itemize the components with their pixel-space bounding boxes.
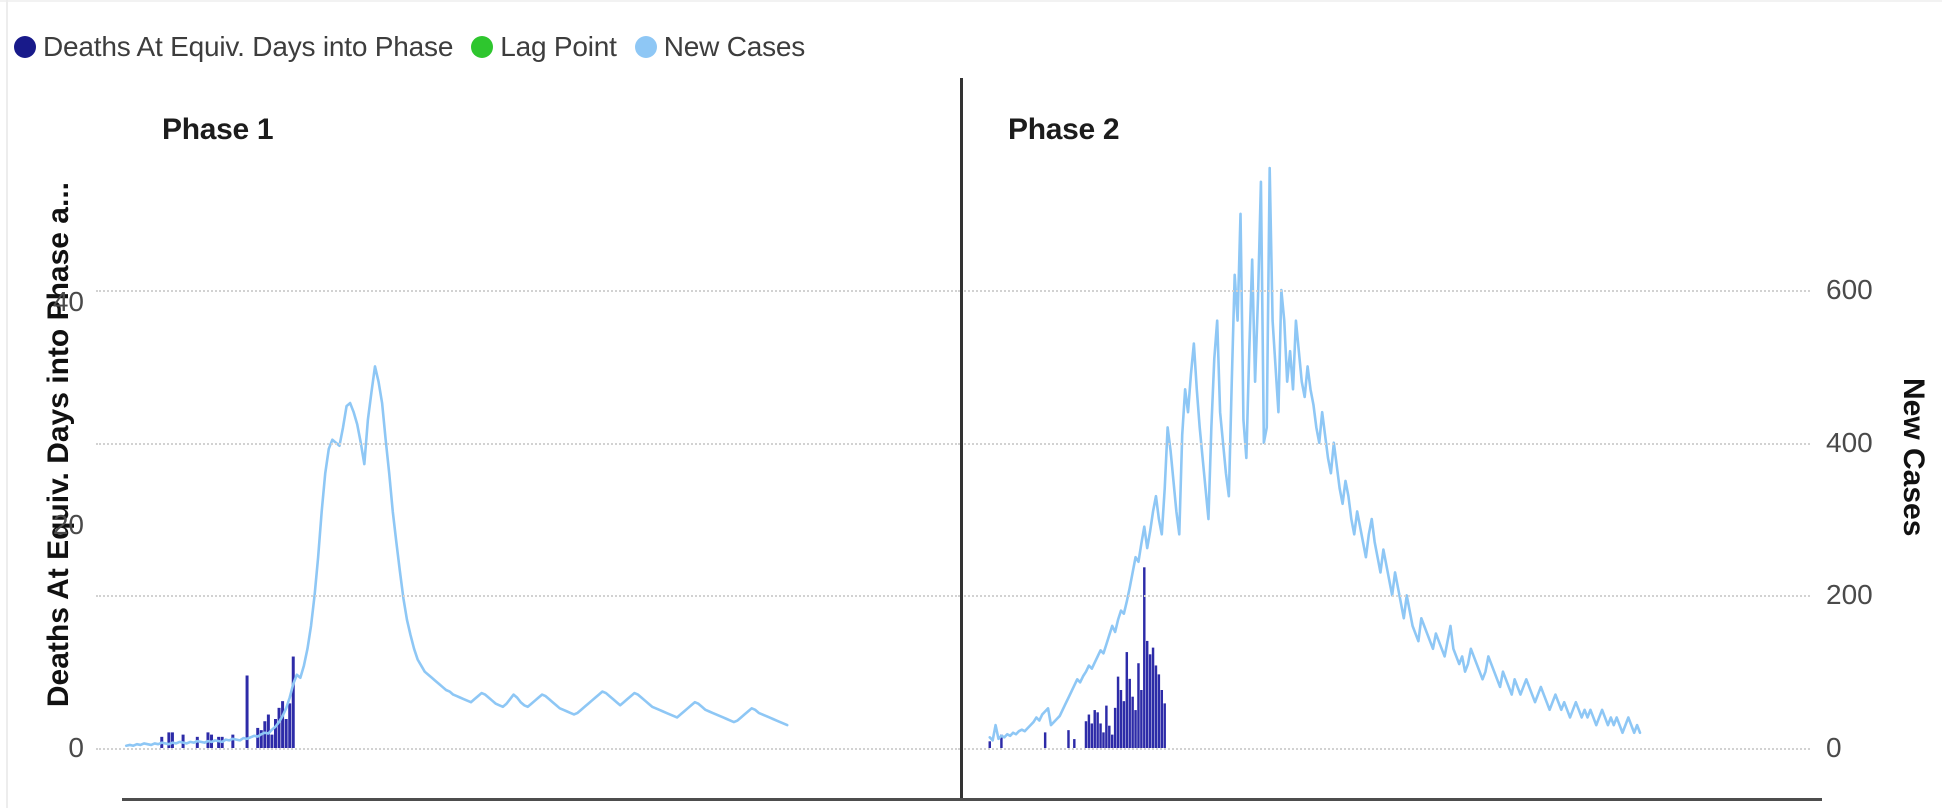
deaths-bar <box>1099 723 1102 748</box>
deaths-bar <box>291 656 295 748</box>
deaths-bar <box>1122 701 1126 748</box>
deaths-bar <box>1131 696 1134 748</box>
legend-item-deaths[interactable]: Deaths At Equiv. Days into Phase <box>14 31 453 63</box>
deaths-bar-group <box>160 656 295 748</box>
legend-item-label: Lag Point <box>500 31 617 62</box>
legend-dot-icon <box>634 36 657 58</box>
panel-phase-2: Phase 2 <box>960 78 1810 808</box>
panel-phase-1: Phase 1 <box>96 78 960 808</box>
gridline <box>96 442 960 445</box>
deaths-bar <box>1154 665 1158 748</box>
deaths-bar <box>1125 652 1129 748</box>
gridline <box>96 290 960 293</box>
deaths-bar <box>1134 710 1137 748</box>
deaths-bar <box>1151 647 1155 748</box>
deaths-bar <box>270 734 274 748</box>
panel-2-inner <box>960 166 1810 750</box>
new-cases-line <box>988 166 1642 742</box>
legend-item-label: New Cases <box>663 31 806 62</box>
legend-item-label: Deaths At Equiv. Days into Phase <box>43 31 454 62</box>
gridline <box>960 290 1810 293</box>
deaths-bar <box>277 707 281 748</box>
panel-title: Phase 1 <box>162 113 274 146</box>
deaths-bar <box>1087 714 1091 748</box>
deaths-bar <box>1105 705 1108 748</box>
legend-item-lag-point[interactable]: Lag Point <box>471 31 617 63</box>
chart-canvas: Deaths At Equiv. Days into Phase Lag Poi… <box>0 0 1942 808</box>
deaths-bar <box>256 727 260 748</box>
deaths-bar <box>1160 690 1164 748</box>
chart-legend: Deaths At Equiv. Days into Phase Lag Poi… <box>14 28 823 66</box>
panel-1-inner <box>96 168 960 750</box>
deaths-bar <box>1119 690 1123 748</box>
deaths-bar <box>167 732 171 748</box>
deaths-bar <box>1145 640 1149 748</box>
x-axis-rule <box>122 798 1822 801</box>
legend-dot-icon <box>14 36 36 58</box>
deaths-bar <box>1073 739 1076 748</box>
deaths-bar <box>1090 723 1094 748</box>
panel-title: Phase 2 <box>1008 113 1120 146</box>
deaths-bar <box>1108 725 1111 748</box>
gridline <box>96 595 960 598</box>
deaths-bar <box>231 734 235 748</box>
panel-divider <box>960 78 963 800</box>
deaths-bar <box>1116 676 1120 748</box>
gridline-zero <box>960 748 1810 750</box>
gridline <box>960 442 1810 445</box>
deaths-bar <box>1148 654 1152 748</box>
gridline <box>960 595 1810 598</box>
deaths-bar <box>1140 690 1143 748</box>
deaths-bar <box>170 732 174 748</box>
deaths-bar <box>988 741 991 748</box>
deaths-bar <box>1163 703 1166 748</box>
legend-item-new-cases[interactable]: New Cases <box>634 31 806 63</box>
gridline-zero <box>96 748 960 750</box>
phase-1-series-svg <box>124 365 789 748</box>
deaths-bar <box>1102 732 1105 748</box>
deaths-bar <box>288 703 292 748</box>
deaths-bar <box>1043 732 1047 748</box>
deaths-bar <box>1128 678 1131 748</box>
deaths-bar <box>1096 712 1099 748</box>
deaths-bar <box>284 719 288 748</box>
deaths-bar <box>1093 710 1096 748</box>
deaths-bar <box>1110 734 1114 748</box>
card-top-border <box>0 0 1942 2</box>
plot-area: Phase 1 Phase 2 <box>0 78 1942 808</box>
deaths-bar <box>1137 663 1140 748</box>
deaths-bar <box>263 721 267 748</box>
legend-dot-icon <box>471 36 494 58</box>
deaths-bar <box>1157 674 1161 748</box>
deaths-bar <box>1067 730 1070 748</box>
deaths-bar <box>1113 707 1117 748</box>
deaths-bar <box>1084 721 1088 748</box>
new-cases-line <box>124 365 789 748</box>
phase-2-series-svg <box>988 166 1642 748</box>
deaths-bar <box>281 701 285 748</box>
